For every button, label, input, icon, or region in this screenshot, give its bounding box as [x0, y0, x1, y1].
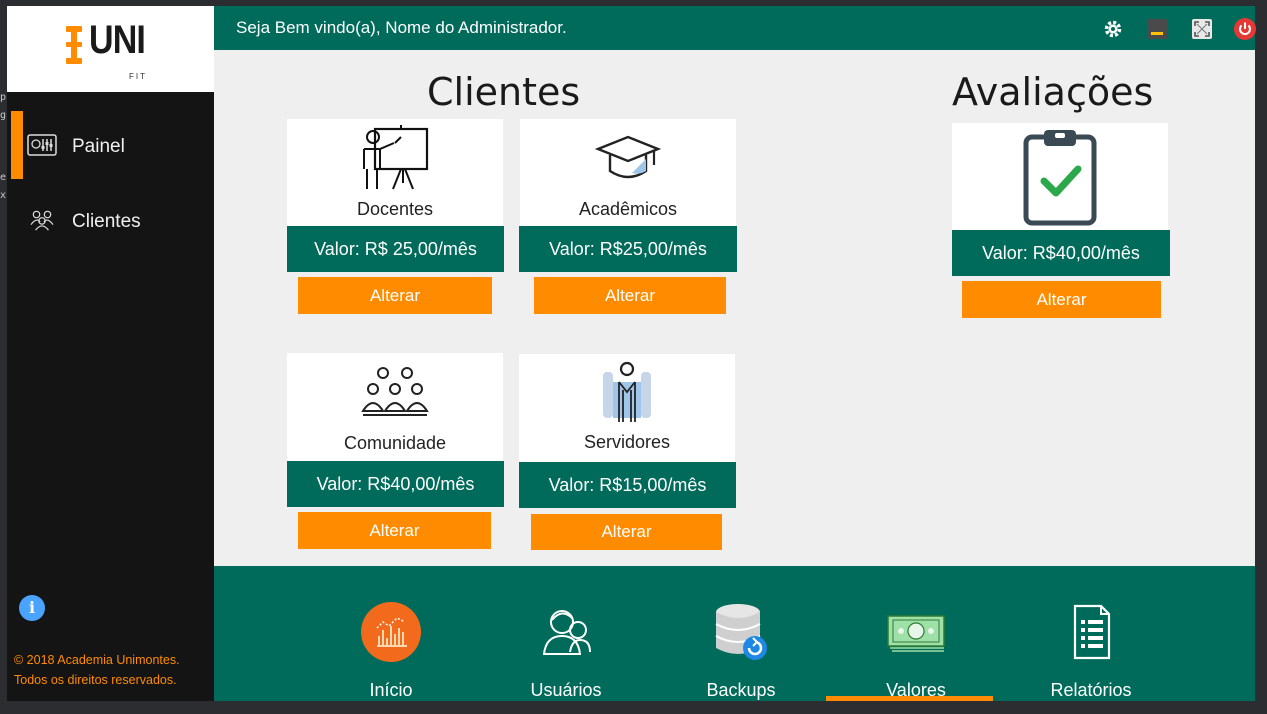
background-fragment: x	[0, 190, 7, 201]
dashboard-icon	[27, 134, 57, 156]
background-fragment: p	[0, 92, 7, 103]
power-icon[interactable]	[1234, 18, 1256, 40]
avaliacoes-title: Avaliações	[952, 70, 1154, 114]
card-servidores: Servidores	[519, 354, 735, 462]
fullscreen-icon[interactable]	[1191, 18, 1213, 40]
price-comunidade: Valor: R$40,00/mês	[287, 461, 504, 507]
chart-icon	[361, 602, 421, 662]
clientes-title: Clientes	[427, 70, 581, 114]
price-avaliacao: Valor: R$40,00/mês	[952, 230, 1170, 276]
report-icon	[1073, 604, 1111, 660]
card-label: Acadêmicos	[578, 199, 678, 219]
app-window: UNI FIT Painel Clientes i © 2018 Academi…	[7, 6, 1256, 701]
nav-backups[interactable]: Backups	[676, 602, 806, 701]
database-icon	[715, 604, 767, 660]
card-academicos: Acadêmicos	[520, 119, 736, 227]
top-bar: Seja Bem vindo(a), Nome do Administrador…	[214, 6, 1256, 50]
users-icon	[542, 610, 591, 655]
background-fragment: e	[0, 172, 7, 183]
logo-subtext: FIT	[129, 72, 147, 81]
bottom-nav: Início Usuários Backups Valores Relatóri…	[214, 566, 1255, 701]
sidebar-item-label: Clientes	[72, 211, 141, 232]
logo-text: UNI	[89, 18, 146, 62]
clipboard-check-icon	[1023, 130, 1097, 226]
alterar-comunidade-button[interactable]: Alterar	[298, 512, 491, 549]
sidebar-item-painel[interactable]: Painel	[7, 111, 214, 179]
money-icon	[887, 615, 945, 652]
alterar-avaliacao-button[interactable]: Alterar	[962, 281, 1161, 318]
users-icon	[30, 210, 54, 231]
sidebar-item-label: Painel	[72, 136, 125, 157]
logo: UNI FIT	[7, 6, 214, 92]
copyright-line: © 2018 Academia Unimontes.	[14, 653, 180, 667]
card-comunidade: Comunidade	[287, 353, 503, 461]
price-servidores: Valor: R$15,00/mês	[519, 462, 736, 508]
sidebar-item-clientes[interactable]: Clientes	[7, 199, 214, 243]
alterar-academicos-button[interactable]: Alterar	[534, 277, 726, 314]
dumbbell-icon	[66, 26, 82, 64]
copyright-line: Todos os direitos reservados.	[14, 673, 177, 687]
nav-label: Relatórios	[1050, 680, 1132, 700]
copyright: © 2018 Academia Unimontes. Todos os dire…	[14, 650, 180, 690]
nav-valores[interactable]: Valores	[851, 602, 981, 701]
minimize-icon[interactable]	[1146, 18, 1168, 40]
nav-inicio[interactable]: Início	[326, 602, 456, 701]
background-fragment: g	[0, 110, 7, 121]
active-indicator	[11, 111, 23, 179]
nav-usuarios[interactable]: Usuários	[501, 602, 631, 701]
price-academicos: Valor: R$25,00/mês	[519, 226, 737, 272]
card-label: Docentes	[356, 199, 434, 219]
active-nav-indicator	[826, 696, 993, 701]
community-icon	[361, 367, 429, 416]
gear-icon[interactable]	[1102, 18, 1124, 40]
card-label: Comunidade	[343, 433, 447, 453]
nav-label: Backups	[706, 680, 776, 700]
nav-label: Início	[369, 680, 413, 700]
teacher-icon	[363, 125, 429, 190]
nav-label: Usuários	[530, 680, 602, 700]
card-label: Servidores	[583, 432, 671, 452]
alterar-servidores-button[interactable]: Alterar	[531, 514, 722, 550]
card-avaliacoes	[952, 123, 1168, 231]
sidebar: UNI FIT Painel Clientes i © 2018 Academi…	[7, 6, 214, 701]
welcome-message: Seja Bem vindo(a), Nome do Administrador…	[236, 18, 567, 37]
price-docentes: Valor: R$ 25,00/mês	[287, 226, 504, 272]
info-icon[interactable]: i	[19, 595, 45, 621]
card-docentes: Docentes	[287, 119, 503, 227]
graduation-cap-icon	[594, 135, 662, 179]
employee-icon	[603, 361, 651, 422]
alterar-docentes-button[interactable]: Alterar	[298, 277, 492, 314]
nav-relatorios[interactable]: Relatórios	[1026, 602, 1156, 701]
